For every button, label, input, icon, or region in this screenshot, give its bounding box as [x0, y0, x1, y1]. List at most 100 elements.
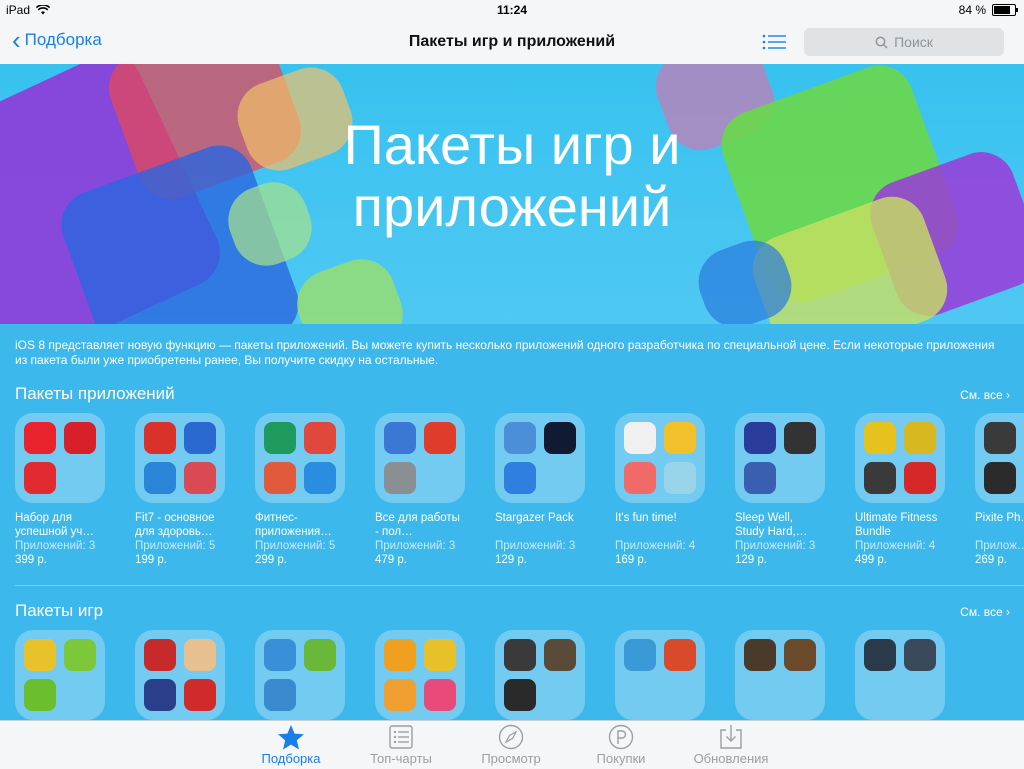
status-time: 11:24 [496, 3, 528, 17]
section-title-games: Пакеты игр [15, 601, 104, 620]
list-icon[interactable] [762, 34, 786, 50]
bundle-icon-grid [15, 630, 105, 720]
bundle-price: 269 р. [975, 554, 1007, 566]
app-bundle-card[interactable]: Pixite Ph… Прилож… 269 р. [975, 413, 1024, 567]
see-all-apps-link[interactable]: См. все › [960, 388, 1010, 402]
game-bundle-card[interactable] [255, 630, 345, 720]
banner-title-line: Пакеты игр и [343, 113, 681, 176]
game-bundle-card[interactable] [375, 630, 465, 720]
app-icon [864, 422, 896, 454]
app-icon [304, 422, 336, 454]
chevron-right-icon: › [1006, 388, 1010, 402]
app-bundle-card[interactable]: Фитнес-приложения… Приложений: 5 299 р. [255, 413, 345, 567]
app-icon [304, 639, 336, 671]
search-icon [875, 36, 888, 49]
app-icon [24, 462, 56, 494]
app-icon [904, 462, 936, 494]
banner-shape [287, 249, 413, 324]
app-icon [384, 422, 416, 454]
bundle-name: Все для работы - пол… [375, 512, 460, 538]
tab-top-charts[interactable]: Топ-чарты [356, 723, 446, 766]
bundle-app-count: Приложений: 3 [375, 540, 456, 552]
app-icon [744, 639, 776, 671]
section-title-apps: Пакеты приложений [15, 384, 175, 403]
app-icon [24, 422, 56, 454]
app-icon [384, 639, 416, 671]
app-icon [864, 639, 896, 671]
bundle-icon-grid [255, 630, 345, 720]
app-bundle-card[interactable]: Fit7 - основное для здоровь… Приложений: … [135, 413, 225, 567]
banner-title-line: приложений [352, 175, 672, 238]
app-icon [504, 462, 536, 494]
chevron-right-icon: › [1006, 605, 1010, 619]
bundle-name: Ultimate Fitness Bundle [855, 512, 938, 538]
app-bundle-card[interactable]: It's fun time! Приложений: 4 169 р. [615, 413, 705, 567]
app-bundle-card[interactable]: Ultimate Fitness Bundle Приложений: 4 499 … [855, 413, 945, 567]
app-bundles-row: Набор для успешной уч… Приложений: 3 399 р… [15, 413, 1024, 567]
game-bundle-card[interactable] [855, 630, 945, 720]
bundle-icon-grid [135, 413, 225, 503]
bundle-icon-grid [135, 630, 225, 720]
game-bundle-card[interactable] [15, 630, 105, 720]
app-icon [544, 639, 576, 671]
bundle-app-count: Приложений: 4 [615, 540, 696, 552]
bundle-icon-grid [495, 630, 585, 720]
bundle-name: Фитнес-приложения… [255, 512, 332, 538]
tab-label: Подборка [261, 751, 321, 766]
game-bundle-card[interactable] [615, 630, 705, 720]
game-bundle-card[interactable] [135, 630, 225, 720]
app-icon [24, 639, 56, 671]
app-icon [264, 639, 296, 671]
app-bundle-card[interactable]: Все для работы - пол… Приложений: 3 479 р. [375, 413, 465, 567]
app-icon [624, 462, 656, 494]
tab-purchased[interactable]: Покупки [576, 723, 666, 766]
description-text: iOS 8 представляет новую функцию — пакет… [15, 338, 995, 367]
bundle-app-count: Приложений: 3 [495, 540, 576, 552]
app-icon [64, 422, 96, 454]
bundle-app-count: Приложений: 5 [135, 540, 216, 552]
app-icon [784, 422, 816, 454]
app-icon [64, 639, 96, 671]
app-bundle-card[interactable]: Sleep Well, Study Hard,… Приложений: 3 129… [735, 413, 825, 567]
bundle-price: 399 р. [15, 554, 47, 566]
app-icon [264, 679, 296, 711]
tab-featured[interactable]: Подборка [246, 723, 336, 766]
see-all-games-link[interactable]: См. все › [960, 605, 1010, 619]
bundle-name: Fit7 - основное для здоровь… [135, 512, 215, 538]
app-icon [624, 422, 656, 454]
app-icon [184, 639, 216, 671]
bundle-icon-grid [375, 413, 465, 503]
bundle-icon-grid [735, 413, 825, 503]
app-icon [264, 462, 296, 494]
app-icon [144, 639, 176, 671]
bundle-app-count: Приложений: 3 [735, 540, 816, 552]
app-icon [424, 679, 456, 711]
tab-label: Покупки [596, 751, 646, 766]
main-content[interactable]: iOS 8 представляет новую функцию — пакет… [0, 324, 1024, 720]
app-icon [184, 462, 216, 494]
app-icon [264, 422, 296, 454]
bundle-app-count: Приложений: 4 [855, 540, 936, 552]
app-bundle-card[interactable]: Stargazer Pack Приложений: 3 129 р. [495, 413, 585, 567]
bundle-price: 129 р. [735, 554, 767, 566]
game-bundle-card[interactable] [735, 630, 825, 720]
bundle-app-count: Прилож… [975, 540, 1024, 552]
app-icon [904, 639, 936, 671]
app-icon [304, 462, 336, 494]
search-input[interactable]: Поиск [804, 28, 1004, 56]
tab-label: Обновления [693, 751, 769, 766]
bundle-name: Набор для успешной уч… [15, 512, 94, 538]
app-icon [904, 422, 936, 454]
star-icon [278, 725, 304, 750]
tab-updates[interactable]: Обновления [686, 723, 776, 766]
see-all-label: См. все [960, 388, 1003, 402]
navigation-bar: ‹ Подборка Пакеты игр и приложений Поиск [0, 20, 1024, 65]
tab-label: Просмотр [481, 751, 541, 766]
app-bundle-card[interactable]: Набор для успешной уч… Приложений: 3 399 р… [15, 413, 105, 567]
game-bundle-card[interactable] [495, 630, 585, 720]
tab-explore[interactable]: Просмотр [466, 723, 556, 766]
battery-icon [992, 4, 1018, 16]
tab-bar: Подборка Топ-чарты Просмотр Покупки Обно… [0, 720, 1024, 769]
app-icon [984, 422, 1016, 454]
app-icon [384, 679, 416, 711]
